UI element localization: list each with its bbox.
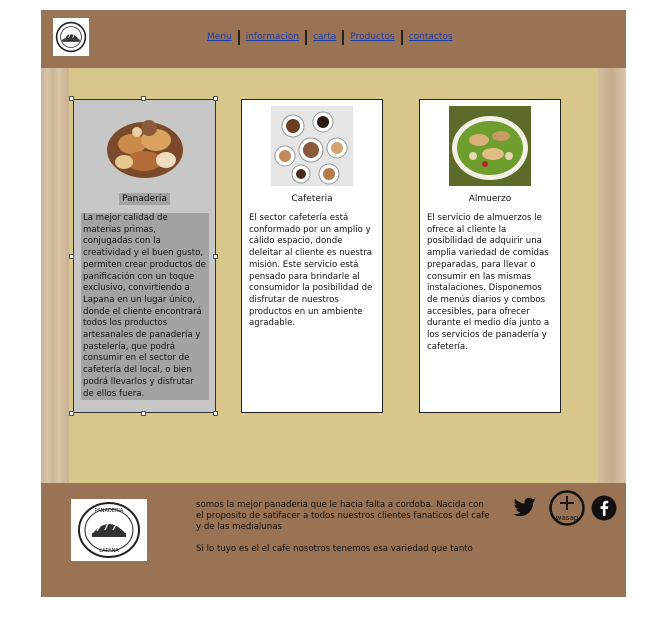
card-description: El sector cafetería está conformado por …: [249, 213, 373, 329]
nav-link-informacion[interactable]: informacion: [240, 32, 305, 42]
card-panaderia[interactable]: Panaderia La mejor calidad de materias p…: [73, 99, 216, 413]
footer: PANADERIA LAPANA somos la mejor panaderi…: [41, 483, 626, 597]
selection-handle[interactable]: [69, 254, 74, 259]
nav-link-carta[interactable]: carta: [307, 32, 342, 42]
wasap-label: wasap: [556, 514, 579, 522]
logo[interactable]: [53, 18, 89, 56]
pastries-photo-icon: [106, 120, 183, 178]
page: Menu informacion carta Productos contact…: [41, 10, 626, 597]
card-title: Cafeteria: [291, 194, 333, 204]
card-cafeteria[interactable]: Cafeteria El sector cafetería está confo…: [241, 99, 383, 413]
texture-strip: [598, 68, 626, 483]
selection-handle[interactable]: [213, 411, 218, 416]
card-title: Panaderia: [119, 193, 170, 205]
nav-link-contactos[interactable]: contactos: [403, 32, 459, 42]
nav-link-menu[interactable]: Menu: [207, 32, 238, 42]
whatsapp-icon[interactable]: wasap: [549, 490, 585, 526]
nav-link-productos[interactable]: Productos: [344, 32, 400, 42]
footer-description: somos la mejor panaderia que le hacia fa…: [196, 500, 490, 532]
footer-logo[interactable]: PANADERIA LAPANA: [71, 499, 147, 561]
selection-handle[interactable]: [69, 411, 74, 416]
logo-text-top: PANADERIA: [95, 508, 124, 514]
cards-area: Panaderia La mejor calidad de materias p…: [69, 68, 598, 483]
selection-handle[interactable]: [141, 96, 146, 101]
footer-text: somos la mejor panaderia que le hacia fa…: [196, 500, 491, 566]
card-title: Almuerzo: [468, 194, 512, 204]
twitter-icon[interactable]: [513, 497, 537, 519]
selection-handle[interactable]: [213, 254, 218, 259]
main-nav: Menu informacion carta Productos contact…: [207, 26, 459, 48]
salad-photo-icon: [449, 106, 531, 186]
selection-handle[interactable]: [141, 411, 146, 416]
header: Menu informacion carta Productos contact…: [41, 10, 626, 68]
facebook-icon[interactable]: [591, 495, 617, 521]
bakery-logo-icon: [55, 21, 87, 53]
bakery-stamp-icon: PANADERIA LAPANA: [78, 502, 140, 558]
selection-handle[interactable]: [213, 96, 218, 101]
coffee-cups-photo-icon: [271, 106, 353, 186]
card-description: El servicio de almuerzos le ofrece al cl…: [427, 213, 550, 352]
card-almuerzo[interactable]: Almuerzo El servicio de almuerzos le ofr…: [419, 99, 561, 413]
footer-tagline: Si lo tuyo es el el cafe nosotros tenemo…: [196, 544, 473, 554]
card-description: La mejor calidad de materias primas, con…: [81, 213, 209, 401]
selection-handle[interactable]: [69, 96, 74, 101]
main-content: Panaderia La mejor calidad de materias p…: [41, 68, 626, 483]
logo-text-bottom: LAPANA: [99, 548, 119, 554]
